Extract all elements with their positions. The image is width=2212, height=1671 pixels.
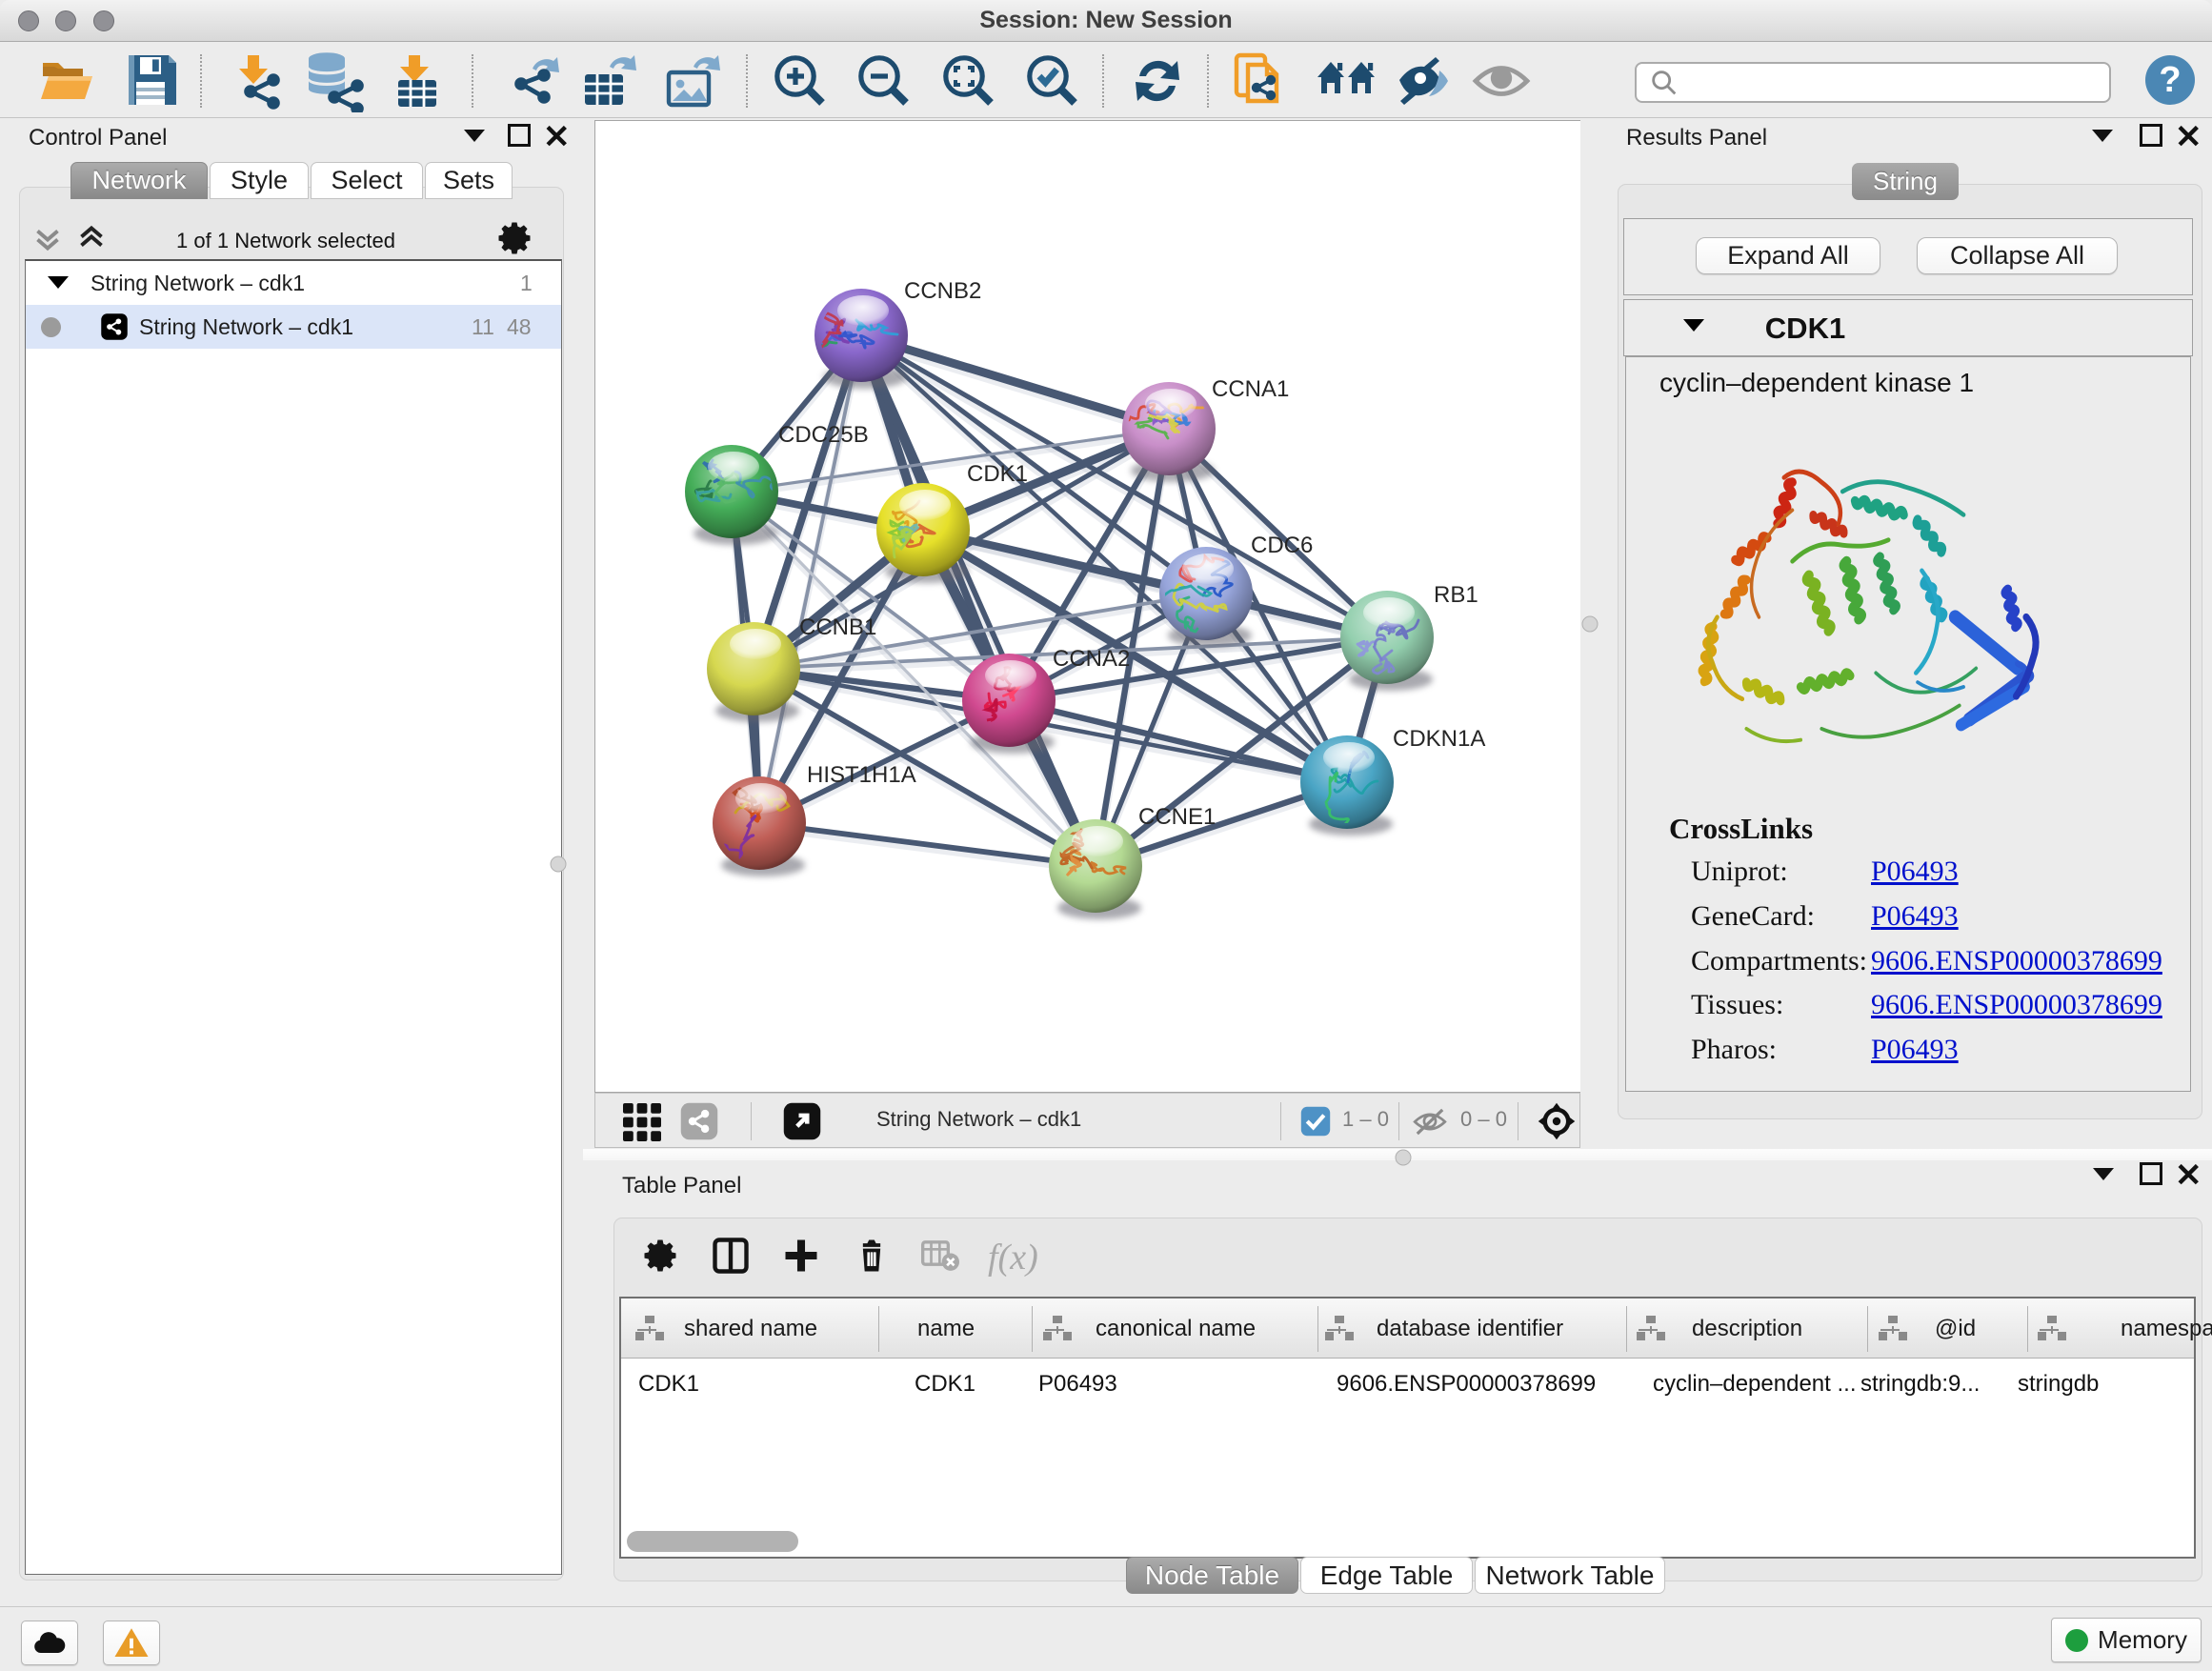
svg-text:CCNB2: CCNB2 bbox=[904, 278, 981, 304]
svg-text:CDC6: CDC6 bbox=[1251, 533, 1313, 558]
svg-text:RB1: RB1 bbox=[1434, 582, 1478, 608]
svg-text:CDK1: CDK1 bbox=[967, 461, 1028, 487]
svg-text:CDC25B: CDC25B bbox=[778, 422, 869, 448]
svg-text:CDKN1A: CDKN1A bbox=[1393, 726, 1485, 752]
svg-text:CCNB1: CCNB1 bbox=[799, 614, 876, 640]
svg-text:CCNE1: CCNE1 bbox=[1138, 804, 1216, 830]
svg-text:CCNA2: CCNA2 bbox=[1053, 646, 1130, 672]
svg-text:HIST1H1A: HIST1H1A bbox=[807, 762, 916, 788]
svg-text:CCNA1: CCNA1 bbox=[1212, 376, 1289, 402]
